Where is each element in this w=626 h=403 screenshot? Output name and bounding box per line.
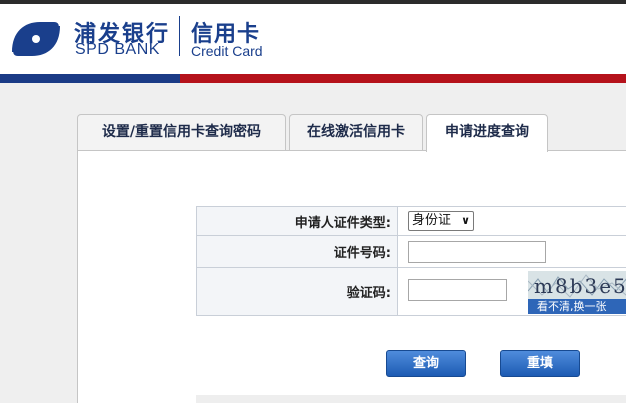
bottom-band [196,395,626,403]
bank-name-en: SPD BANK [75,41,160,58]
id-type-select[interactable]: 身份证 ∨ [408,211,474,231]
tab-online-activation[interactable]: 在线激活信用卡 [289,114,423,151]
tab-application-progress[interactable]: 申请进度查询 [426,114,548,152]
tab-reset-query-password[interactable]: 设置/重置信用卡查询密码 [77,114,286,151]
site-header: 浦发银行 SPD BANK 信用卡 Credit Card [0,4,626,74]
captcha-image[interactable]: m8b3e5 [528,271,626,299]
brand-stripe-blue [0,74,180,83]
progress-query-form: 申请人证件类型: 身份证 ∨ 证件号码: 验证码: m8b3e5 看不清,换一张 [196,206,626,316]
id-number-input[interactable] [408,241,546,263]
id-number-label: 证件号码: [197,236,398,267]
reset-button[interactable]: 重填 [500,350,580,377]
form-row-captcha: 验证码: m8b3e5 看不清,换一张 [197,268,626,315]
query-button[interactable]: 查询 [386,350,466,377]
header-divider [179,16,180,56]
captcha-input[interactable] [408,279,507,301]
captcha-label: 验证码: [197,268,398,315]
captcha-text: m8b3e5 [534,274,626,298]
id-type-selected-value: 身份证 [412,213,452,228]
form-row-id-number: 证件号码: [197,236,626,268]
captcha-refresh-link[interactable]: 看不清,换一张 [528,299,626,314]
id-type-label: 申请人证件类型: [197,207,398,235]
brand-stripe-red [180,74,626,83]
spd-logo-icon [12,22,61,56]
captcha-image-graphic: m8b3e5 [528,274,626,298]
product-name-en: Credit Card [191,43,263,59]
form-row-id-type: 申请人证件类型: 身份证 ∨ [197,207,626,236]
chevron-down-icon: ∨ [461,214,470,227]
